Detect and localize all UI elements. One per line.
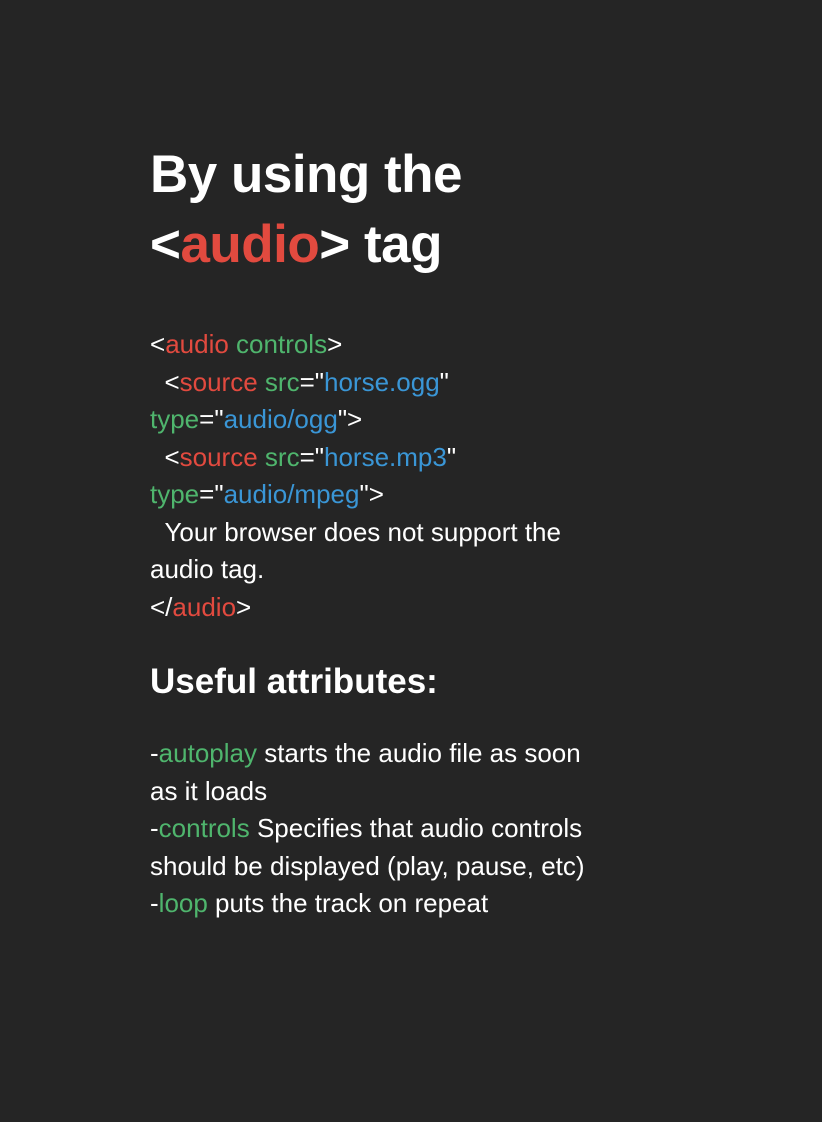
code-token: controls (236, 329, 328, 359)
attribute-dash: - (150, 738, 159, 768)
code-token: source (179, 441, 258, 472)
code-token: > (236, 591, 252, 622)
code-token: src (264, 441, 300, 472)
attribute-dash: - (150, 813, 159, 843)
code-token: horse.mp3 (324, 441, 447, 472)
code-line: type="audio/mpeg"> (150, 476, 710, 514)
code-example: <audio controls> <source src="horse.ogg"… (150, 326, 710, 626)
code-token: audio (165, 329, 229, 359)
title-open-bracket: < (150, 215, 181, 274)
code-line: </audio> (150, 589, 710, 627)
code-token: Your browser does not support the (150, 516, 561, 547)
code-token: "> (359, 479, 384, 509)
title-close-bracket: > (319, 215, 350, 274)
code-token: " (439, 366, 449, 397)
code-line: audio tag. (150, 551, 710, 589)
code-token: > (327, 329, 343, 359)
attribute-line: -loop puts the track on repeat (150, 885, 710, 923)
code-token: < (150, 441, 180, 472)
code-line: type="audio/ogg"> (150, 401, 710, 439)
code-token: type (150, 479, 200, 509)
attribute-description: starts the audio file as soon (256, 738, 581, 768)
attributes-list: -autoplay starts the audio file as soon a… (150, 735, 710, 923)
code-token: =" (299, 441, 325, 472)
code-line: Your browser does not support the (150, 514, 710, 552)
attribute-description: puts the track on repeat (207, 888, 489, 918)
code-line: <source src="horse.ogg" (150, 364, 710, 402)
title-line-2: <audio> tag (150, 210, 710, 280)
code-token: =" (199, 404, 224, 434)
code-token: < (150, 329, 166, 359)
code-token: " (446, 441, 457, 472)
slide: By using the <audio> tag <audio controls… (150, 140, 710, 923)
attribute-name: loop (158, 888, 208, 918)
code-token: =" (199, 479, 224, 509)
attribute-name: controls (158, 813, 250, 843)
attribute-description: Specifies that audio controls (249, 813, 583, 843)
attribute-description-continued: as it loads (150, 775, 268, 806)
slide-title: By using the <audio> tag (150, 140, 710, 280)
code-token: "> (337, 404, 363, 434)
code-token: audio (172, 591, 237, 622)
code-token: audio/mpeg (223, 479, 360, 509)
code-line: <audio controls> (150, 326, 710, 364)
attribute-dash: - (150, 888, 159, 918)
attribute-description-continued: should be displayed (play, pause, etc) (150, 850, 585, 881)
attribute-name: autoplay (158, 738, 257, 768)
code-token: source (179, 366, 258, 397)
code-token: < (150, 366, 180, 397)
code-token: =" (299, 366, 325, 397)
attribute-line: -controls Specifies that audio controls (150, 810, 710, 848)
title-tag-name: audio (180, 215, 320, 274)
code-line: <source src="horse.mp3" (150, 439, 710, 477)
attributes-heading: Useful attributes: (150, 662, 438, 701)
code-token: horse.ogg (324, 366, 440, 397)
code-token: src (264, 366, 300, 397)
title-suffix: tag (349, 215, 443, 274)
attribute-line: -autoplay starts the audio file as soon (150, 735, 710, 773)
attribute-item: -controls Specifies that audio controls s… (150, 810, 710, 885)
code-token: type (150, 404, 200, 434)
attribute-item: -loop puts the track on repeat (150, 885, 710, 923)
code-token: </ (150, 591, 173, 622)
title-line-1: By using the (150, 145, 463, 204)
attribute-item: -autoplay starts the audio file as soon a… (150, 735, 710, 810)
code-token: audio/ogg (223, 404, 338, 434)
code-token: audio tag. (150, 554, 265, 584)
